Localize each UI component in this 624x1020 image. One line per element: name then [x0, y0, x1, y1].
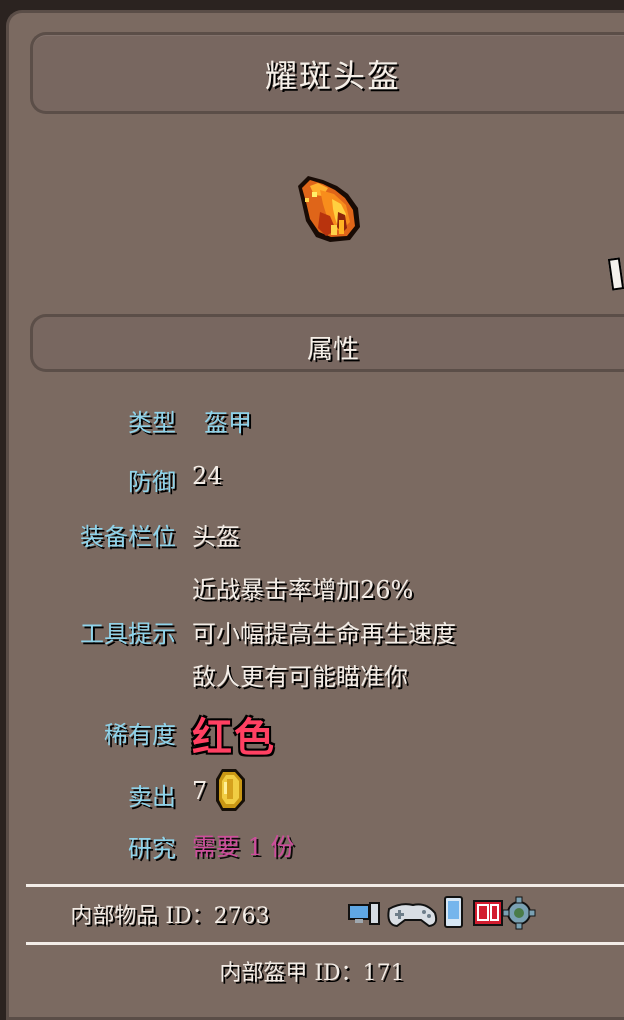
switch-icon: [473, 900, 503, 926]
tooltip-line: 近战暴击率增加26%: [192, 576, 414, 604]
tooltip-line: 可小幅提高生命再生速度: [192, 620, 456, 648]
platform-icons: [348, 896, 536, 930]
internal-armor-label: 内部盔甲 ID：: [219, 961, 363, 986]
gear-icon: [502, 896, 536, 930]
pc-icon: [348, 902, 380, 925]
controller-icon: [387, 903, 438, 928]
mobile-icon: [444, 896, 463, 928]
type-value: 盔甲: [204, 409, 252, 437]
internal-item-label: 内部物品 ID：: [70, 904, 214, 929]
sell-label: 卖出: [128, 783, 176, 811]
bottom-divider: [26, 942, 624, 945]
top-divider: [26, 884, 624, 887]
equip-slot-value: 头盔: [192, 523, 240, 551]
internal-armor-id-row: 内部盔甲 ID：171: [0, 955, 624, 987]
research-value: 需要 1 份: [192, 833, 295, 861]
internal-item-value: 2763: [213, 904, 270, 929]
flare-helmet-icon: [298, 176, 360, 242]
item-tooltip-panel: [6, 10, 624, 1020]
tooltip-label: 工具提示: [80, 620, 176, 648]
equip-slot-label: 装备栏位: [80, 523, 176, 551]
gold-coin-icon: [216, 769, 245, 811]
defense-value: 24: [192, 462, 223, 490]
rarity-value: 红色: [192, 714, 276, 761]
defense-label: 防御: [128, 468, 176, 496]
sell-value: 7: [192, 777, 208, 805]
rarity-label: 稀有度: [104, 721, 176, 749]
type-label: 类型: [128, 409, 176, 437]
internal-item-id-row: 内部物品 ID：2763: [0, 898, 340, 930]
internal-armor-value: 171: [362, 961, 405, 986]
research-label: 研究: [128, 835, 176, 863]
properties-section-header: 属性: [30, 314, 624, 372]
item-title-box: 耀斑头盔: [30, 32, 624, 114]
item-name: 耀斑头盔: [264, 57, 401, 95]
properties-title: 属性: [306, 335, 359, 365]
tooltip-line: 敌人更有可能瞄准你: [192, 663, 408, 691]
